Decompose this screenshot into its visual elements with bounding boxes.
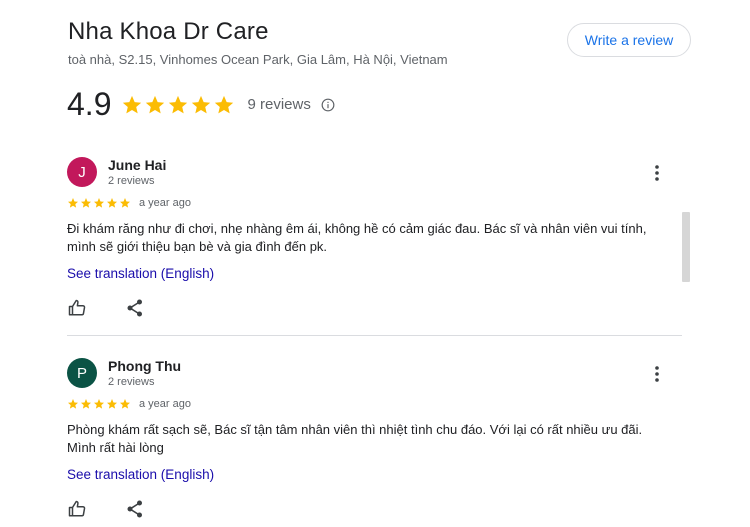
review-stars — [67, 197, 131, 209]
star-icon — [94, 399, 104, 409]
rating-value: 4.9 — [67, 86, 112, 122]
review-item: P Phong Thu 2 reviews a year ago Phòng k… — [67, 358, 687, 527]
review-author[interactable]: Phong Thu — [108, 358, 181, 374]
avatar[interactable]: P — [67, 358, 97, 388]
star-icon — [169, 95, 188, 113]
star-icon — [215, 95, 234, 113]
review-rating: a year ago — [67, 398, 191, 410]
see-translation-link[interactable]: See translation (English) — [67, 266, 214, 281]
rating-stars — [121, 94, 235, 116]
review-item: J June Hai 2 reviews a year ago Đi khám … — [67, 157, 687, 327]
share-icon[interactable] — [125, 499, 145, 519]
review-rating: a year ago — [67, 197, 191, 209]
more-vert-icon — [655, 366, 659, 382]
write-review-button[interactable]: Write a review — [567, 23, 691, 57]
avatar[interactable]: J — [67, 157, 97, 187]
star-icon — [81, 198, 91, 208]
star-icon — [68, 399, 78, 409]
review-stars — [67, 398, 131, 410]
info-icon[interactable] — [321, 98, 335, 112]
star-icon — [107, 399, 117, 409]
see-translation-link[interactable]: See translation (English) — [67, 467, 214, 482]
thumb-up-icon[interactable] — [67, 298, 87, 318]
review-date: a year ago — [139, 398, 191, 410]
star-icon — [107, 198, 117, 208]
star-icon — [146, 95, 165, 113]
more-options-button[interactable] — [647, 362, 667, 386]
review-text: Đi khám răng như đi chơi, nhẹ nhàng êm á… — [67, 221, 647, 254]
share-icon[interactable] — [125, 298, 145, 318]
review-actions — [67, 298, 145, 318]
place-header: Nha Khoa Dr Care toà nhà, S2.15, Vinhome… — [68, 18, 448, 67]
more-options-button[interactable] — [647, 161, 667, 185]
review-author[interactable]: June Hai — [108, 157, 166, 173]
rating-summary: 4.9 9 reviews — [67, 86, 335, 123]
author-review-count: 2 reviews — [108, 376, 155, 388]
star-icon — [68, 198, 78, 208]
star-icon — [120, 399, 130, 409]
review-count: 9 reviews — [247, 96, 311, 113]
author-review-count: 2 reviews — [108, 175, 155, 187]
star-icon — [81, 399, 91, 409]
star-icon — [192, 95, 211, 113]
thumb-up-icon[interactable] — [67, 499, 87, 519]
review-actions — [67, 499, 145, 519]
place-address: toà nhà, S2.15, Vinhomes Ocean Park, Gia… — [68, 52, 448, 67]
star-icon — [120, 198, 130, 208]
more-vert-icon — [655, 165, 659, 181]
star-icon — [94, 198, 104, 208]
place-title: Nha Khoa Dr Care — [68, 18, 269, 45]
star-icon — [123, 95, 142, 113]
review-divider — [67, 335, 682, 336]
review-text: Phòng khám rất sạch sẽ, Bác sĩ tận tâm n… — [67, 422, 643, 455]
review-date: a year ago — [139, 197, 191, 209]
